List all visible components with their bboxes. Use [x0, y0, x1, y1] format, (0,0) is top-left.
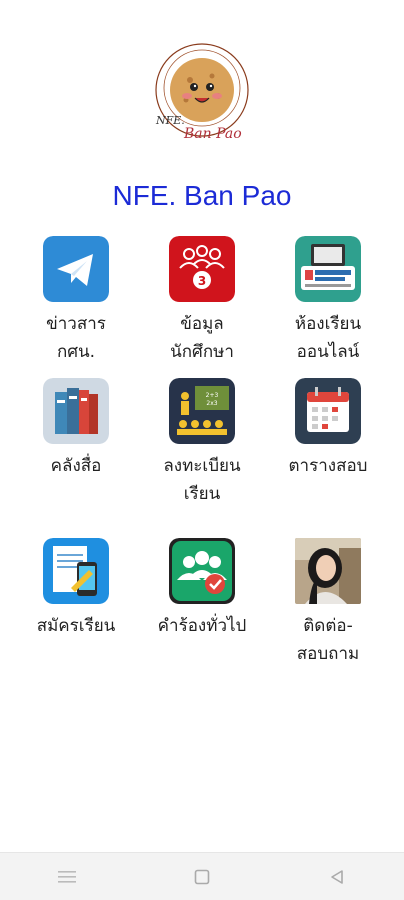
home-icon [194, 869, 210, 884]
svg-text:2x3: 2x3 [206, 400, 217, 407]
menu-item-news[interactable]: ข่าวสาร กศน. [14, 236, 138, 378]
application-form-icon [43, 538, 109, 604]
svg-text:NFE.: NFE. [155, 114, 185, 127]
menu-item-label: คำร้องทั่วไป [157, 616, 247, 636]
app-logo: NFE. Ban Pao [150, 40, 254, 144]
menu-item-label: ข่าวสาร กศน. [46, 314, 106, 362]
menu-grid: ข่าวสาร กศน. 3 ข้อมูล นักศึกษา ห้องเรียน… [14, 236, 390, 668]
back-button[interactable] [317, 857, 357, 897]
menu-item-label: สมัครเรียน [36, 616, 116, 636]
calendar-icon [295, 378, 361, 444]
group-check-icon [169, 538, 235, 604]
menu-item-register[interactable]: 2+3 2x3 ลงทะเบียน เรียน [140, 378, 264, 508]
back-icon [330, 869, 343, 884]
online-classroom-icon [295, 236, 361, 302]
menu-item-label: ลงทะเบียน เรียน [163, 456, 241, 504]
contact-photo [295, 538, 361, 604]
menu-icon [58, 870, 77, 883]
menu-item-media-library[interactable]: คลังสื่อ [14, 378, 138, 508]
menu-button[interactable] [47, 857, 87, 897]
telegram-icon [43, 236, 109, 302]
svg-text:3: 3 [198, 274, 206, 288]
menu-item-label: ติดต่อ- สอบถาม [296, 616, 360, 664]
menu-item-contact[interactable]: ติดต่อ- สอบถาม [266, 538, 390, 668]
students-icon: 3 [169, 236, 235, 302]
svg-text:2+3: 2+3 [206, 392, 219, 399]
page-title: NFE. Ban Pao [112, 180, 292, 211]
menu-item-label: ข้อมูล นักศึกษา [170, 314, 234, 362]
menu-item-exam-schedule[interactable]: ตารางสอบ [266, 378, 390, 508]
menu-item-general-request[interactable]: คำร้องทั่วไป [140, 538, 264, 668]
menu-item-student-info[interactable]: 3 ข้อมูล นักศึกษา [140, 236, 264, 378]
system-nav-bar [0, 852, 404, 900]
menu-item-online-class[interactable]: ห้องเรียน ออนไลน์ [266, 236, 390, 378]
menu-item-label: ห้องเรียน ออนไลน์ [294, 314, 362, 362]
home-button[interactable] [182, 857, 222, 897]
svg-text:Ban Pao: Ban Pao [183, 126, 242, 142]
menu-item-apply[interactable]: สมัครเรียน [14, 538, 138, 668]
menu-item-label: คลังสื่อ [50, 456, 102, 476]
books-icon [43, 378, 109, 444]
menu-item-label: ตารางสอบ [288, 456, 368, 476]
classroom-register-icon: 2+3 2x3 [169, 378, 235, 444]
